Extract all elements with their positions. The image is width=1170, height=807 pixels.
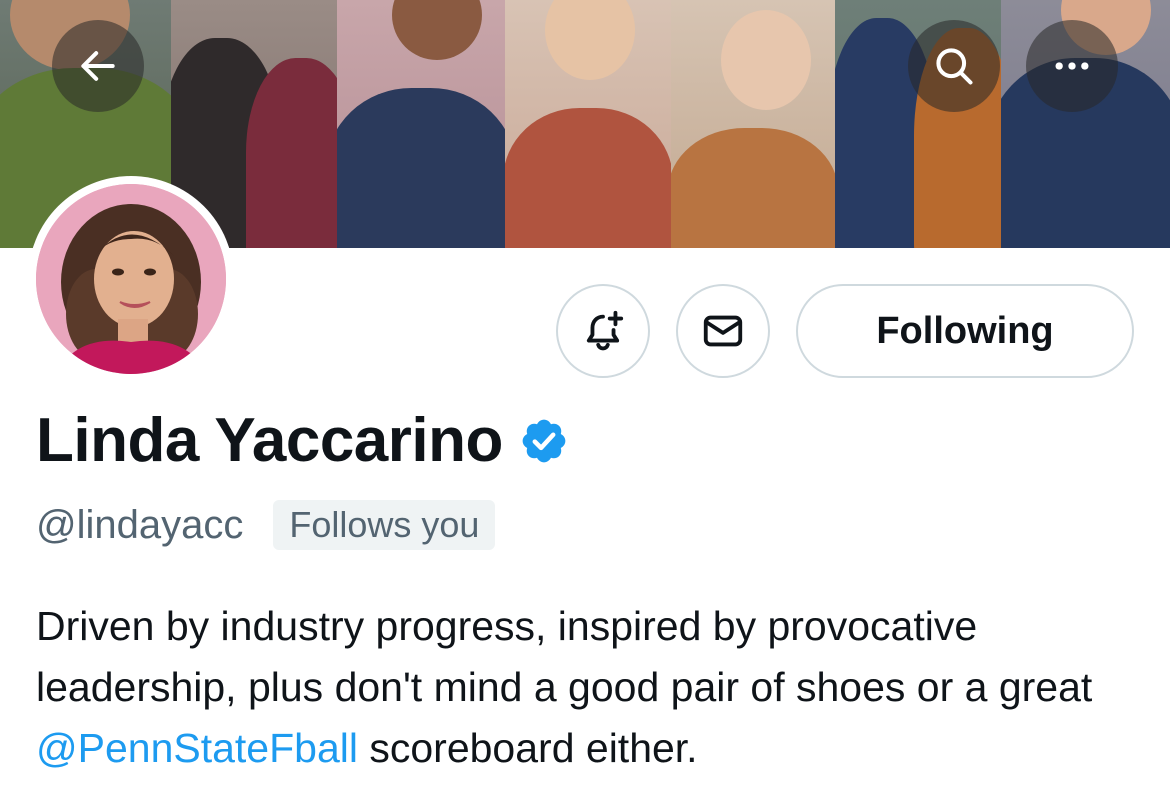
more-button[interactable]: [1026, 20, 1118, 112]
banner-panel: [337, 0, 505, 248]
avatar-ring: [28, 176, 234, 382]
message-button[interactable]: [676, 284, 770, 378]
search-button[interactable]: [908, 20, 1000, 112]
banner-panel: [504, 0, 672, 248]
avatar[interactable]: [36, 184, 226, 374]
more-horizontal-icon: [1055, 62, 1089, 70]
back-button[interactable]: [52, 20, 144, 112]
profile-bio: Driven by industry progress, inspired by…: [36, 596, 1136, 779]
arrow-left-icon: [81, 51, 115, 81]
profile-photo: [36, 184, 226, 374]
handle-row: @lindayacc Follows you: [36, 500, 496, 550]
display-name: Linda Yaccarino: [36, 406, 503, 475]
banner-panel: [671, 0, 836, 248]
name-row: Linda Yaccarino: [36, 410, 569, 472]
following-button[interactable]: Following: [796, 284, 1134, 378]
bio-text: Driven by industry progress, inspired by…: [36, 603, 1093, 710]
bio-text: scoreboard either.: [357, 725, 698, 771]
bio-mention-link[interactable]: @PennStateFball: [36, 725, 358, 771]
verified-badge-icon[interactable]: [519, 416, 569, 466]
follows-you-badge: Follows you: [273, 500, 496, 550]
search-icon: [936, 48, 973, 85]
user-handle: @lindayacc: [36, 502, 244, 547]
envelope-icon: [703, 315, 743, 347]
bell-plus-icon: [586, 310, 624, 351]
notifications-button[interactable]: [556, 284, 650, 378]
profile-page: Following Linda Yaccarino @lindayacc Fol…: [0, 0, 1170, 807]
